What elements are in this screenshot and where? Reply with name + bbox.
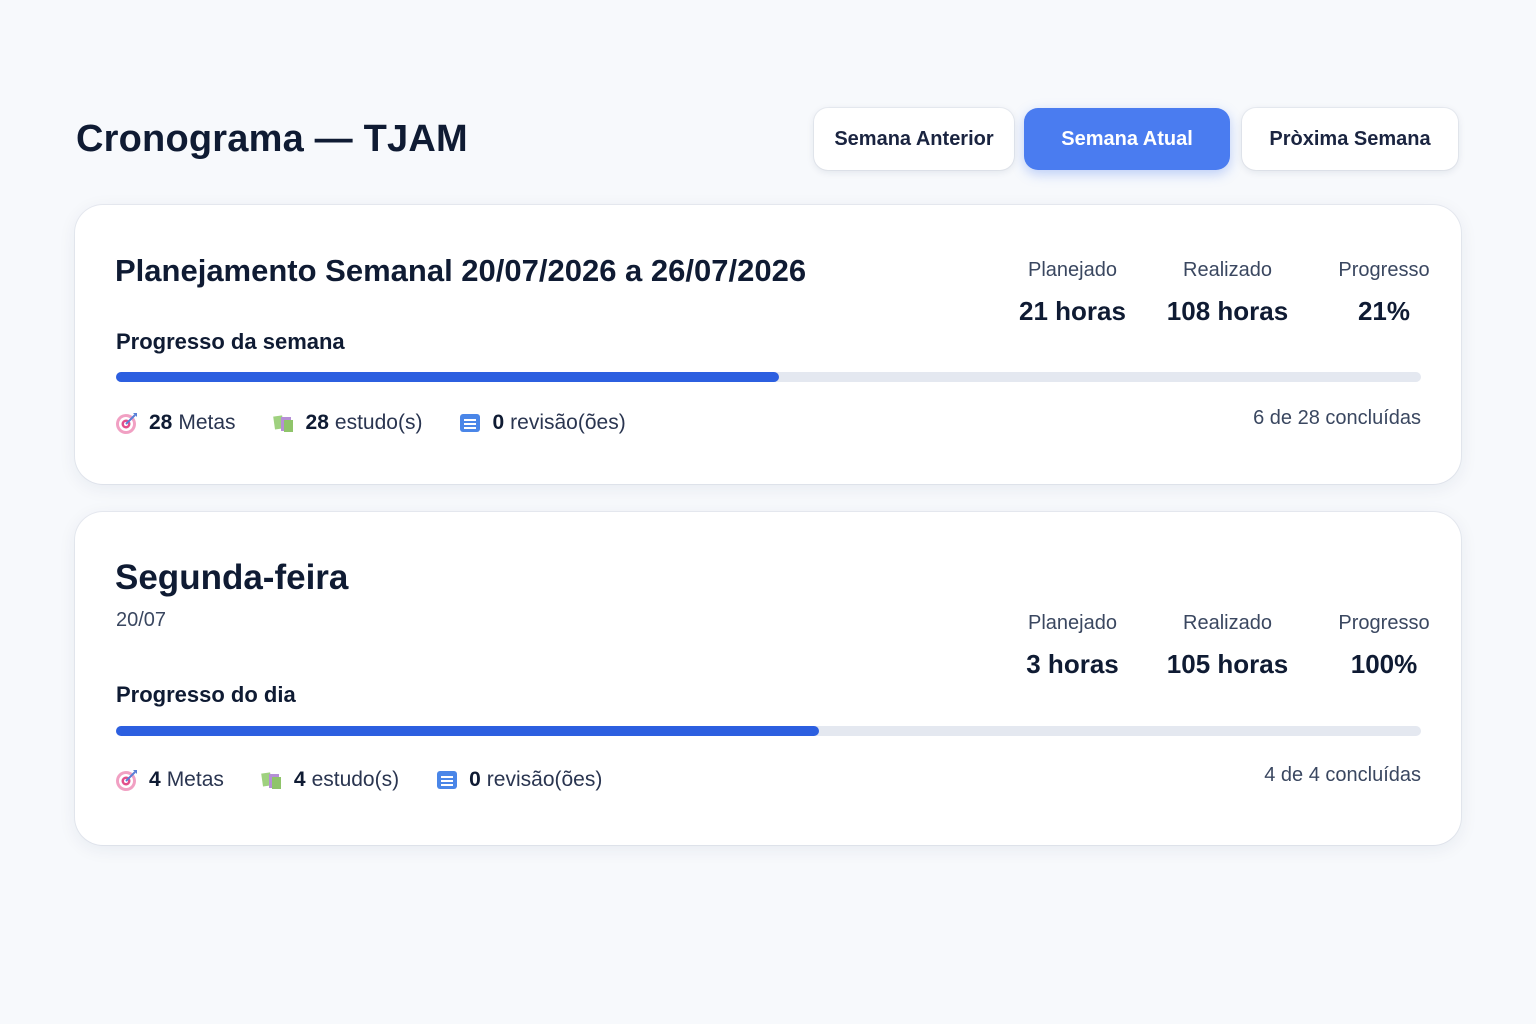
weekly-planning-title: Planejamento Semanal 20/07/2026 a 26/07/… bbox=[115, 253, 807, 288]
day-stats: Planejado 3 horas Realizado 105 horas Pr… bbox=[995, 612, 1460, 680]
day-metas-count: 4 Metas bbox=[115, 768, 224, 792]
day-stat-progress: Progresso 100% bbox=[1308, 612, 1460, 680]
day-metas-number: 4 bbox=[149, 768, 161, 791]
estudos-count: 28 estudo(s) bbox=[272, 411, 423, 435]
estudos-number: 28 bbox=[305, 411, 329, 434]
day-progress-label: Progresso do dia bbox=[116, 682, 296, 707]
stat-planned-label: Planejado bbox=[1028, 259, 1117, 281]
day-stat-planned-value: 3 horas bbox=[1026, 649, 1119, 679]
target-icon bbox=[115, 768, 139, 792]
stat-progress-value: 21% bbox=[1357, 296, 1411, 326]
page-title: Cronograma — TJAM bbox=[76, 118, 468, 160]
weekly-stats: Planejado 21 horas Realizado 108 horas P… bbox=[995, 259, 1460, 327]
day-progress-fill bbox=[116, 726, 820, 736]
week-completed-count: 6 de 28 concluídas bbox=[1253, 407, 1421, 429]
next-week-button[interactable]: Pròxima Semana bbox=[1242, 108, 1458, 170]
week-progress-bar bbox=[116, 372, 1421, 382]
day-revisoes-count: 0 revisão(ões) bbox=[435, 768, 602, 792]
day-stat-planned-label: Planejado bbox=[1028, 612, 1117, 634]
week-counts: 28 Metas 28 estudo(s) 0 revisão(ões) bbox=[115, 411, 662, 435]
stat-progress-label: Progresso bbox=[1338, 259, 1430, 281]
day-estudos-label: estudo(s) bbox=[311, 768, 400, 791]
stat-realized-value: 108 horas bbox=[1166, 296, 1289, 326]
books-icon bbox=[260, 768, 284, 792]
day-stat-realized-value: 105 horas bbox=[1166, 649, 1289, 679]
day-stat-realized: Realizado 105 horas bbox=[1150, 612, 1305, 680]
day-card-monday: Segunda-feira 20/07 Planejado 3 horas Re… bbox=[75, 512, 1461, 845]
metas-count: 28 Metas bbox=[115, 411, 236, 435]
metas-number: 28 bbox=[149, 411, 173, 434]
stat-planned: Planejado 21 horas bbox=[995, 259, 1150, 327]
day-stat-realized-label: Realizado bbox=[1183, 612, 1272, 634]
day-estudos-count: 4 estudo(s) bbox=[260, 768, 399, 792]
day-revisoes-label: revisão(ões) bbox=[486, 768, 603, 791]
day-title: Segunda-feira bbox=[115, 558, 349, 597]
target-icon bbox=[115, 411, 139, 435]
day-progress-bar bbox=[116, 726, 1421, 736]
revisoes-number: 0 bbox=[492, 411, 505, 434]
estudos-label: estudo(s) bbox=[334, 411, 423, 434]
week-navigation: Semana Anterior Semana Atual Pròxima Sem… bbox=[814, 108, 1458, 170]
previous-week-button[interactable]: Semana Anterior bbox=[814, 108, 1014, 170]
day-date: 20/07 bbox=[116, 609, 167, 631]
document-icon bbox=[435, 768, 459, 792]
day-estudos-number: 4 bbox=[293, 768, 306, 791]
metas-label: Metas bbox=[178, 411, 236, 434]
stat-realized-label: Realizado bbox=[1183, 259, 1272, 281]
day-metas-label: Metas bbox=[166, 768, 224, 791]
stat-realized: Realizado 108 horas bbox=[1150, 259, 1305, 327]
stat-progress: Progresso 21% bbox=[1308, 259, 1460, 327]
day-revisoes-number: 0 bbox=[469, 768, 481, 791]
revisoes-label: revisão(ões) bbox=[510, 411, 626, 434]
day-counts: 4 Metas 4 estudo(s) 0 revisão(ões) bbox=[115, 768, 638, 792]
revisoes-count: 0 revisão(ões) bbox=[458, 411, 626, 435]
week-progress-fill bbox=[116, 372, 779, 382]
day-stat-progress-label: Progresso bbox=[1338, 612, 1430, 634]
current-week-button[interactable]: Semana Atual bbox=[1024, 108, 1230, 170]
stat-planned-value: 21 horas bbox=[1019, 296, 1126, 326]
document-icon bbox=[458, 411, 482, 435]
day-stat-progress-value: 100% bbox=[1350, 649, 1418, 679]
day-completed-count: 4 de 4 concluídas bbox=[1264, 764, 1421, 786]
books-icon bbox=[272, 411, 296, 435]
week-progress-label: Progresso da semana bbox=[116, 329, 345, 354]
weekly-planning-card: Planejamento Semanal 20/07/2026 a 26/07/… bbox=[75, 205, 1461, 484]
day-stat-planned: Planejado 3 horas bbox=[995, 612, 1150, 680]
